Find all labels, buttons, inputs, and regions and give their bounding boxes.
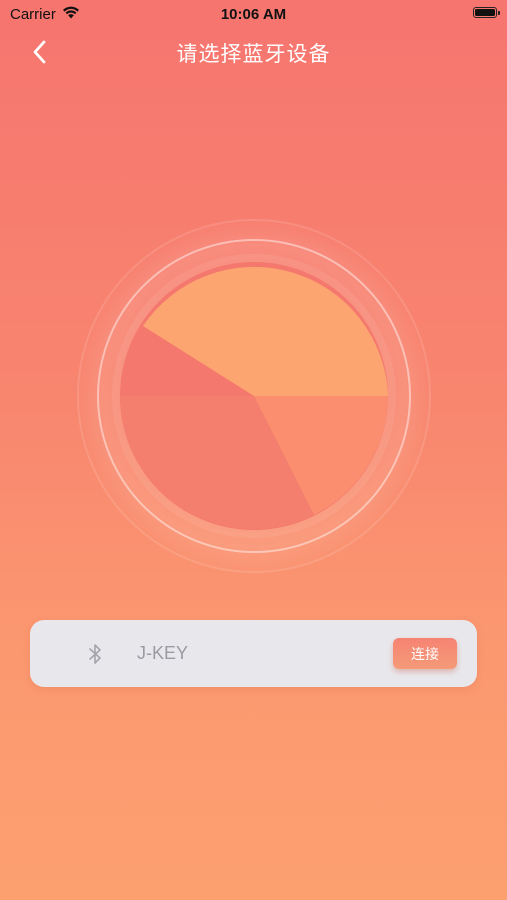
navigation-bar: 请选择蓝牙设备 bbox=[0, 30, 507, 76]
page-title: 请选择蓝牙设备 bbox=[176, 43, 331, 66]
status-bar: Carrier 10:06 AM bbox=[0, 0, 507, 28]
battery-icon bbox=[473, 7, 500, 18]
bluetooth-icon bbox=[89, 644, 101, 664]
bluetooth-scan-radar bbox=[76, 218, 432, 574]
connect-button[interactable]: 连接 bbox=[393, 638, 457, 669]
status-time: 10:06 AM bbox=[220, 6, 287, 23]
device-name: J-KEY bbox=[137, 643, 189, 663]
